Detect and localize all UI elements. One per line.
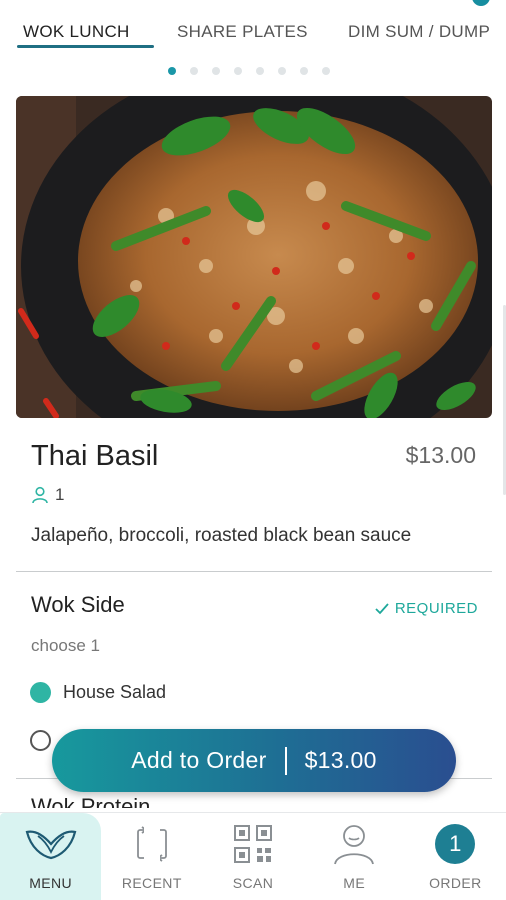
tab-share-plates[interactable]: SHARE PLATES <box>177 22 308 42</box>
qr-code-icon <box>226 821 280 867</box>
item-description: Jalapeño, broccoli, roasted black bean s… <box>31 525 412 546</box>
bottom-navigation: MENU RECENT SCAN ME 1 ORDER <box>0 812 506 900</box>
pager-dot[interactable] <box>322 67 330 75</box>
radio-unselected[interactable] <box>30 730 51 751</box>
option-label: House Salad <box>63 682 167 702</box>
item-name: Thai Basil <box>31 440 159 472</box>
pager-dot[interactable] <box>212 67 220 75</box>
recent-refresh-icon <box>125 821 179 867</box>
nav-recent[interactable]: RECENT <box>101 813 202 900</box>
top-status-badge <box>472 0 490 6</box>
nav-scan[interactable]: SCAN <box>202 813 303 900</box>
required-label: REQUIRED <box>394 600 478 617</box>
serves-count: 1 <box>31 485 64 505</box>
radio-selected[interactable] <box>30 682 51 703</box>
pager-dot[interactable] <box>278 67 286 75</box>
nav-menu[interactable]: MENU <box>0 813 102 900</box>
person-icon <box>32 486 48 504</box>
pager-dot[interactable] <box>190 67 198 75</box>
tab-dim-sum[interactable]: DIM SUM / DUMP <box>348 22 490 42</box>
nav-me-label: ME <box>343 875 366 891</box>
required-badge: REQUIRED <box>375 600 478 617</box>
carousel-pager <box>168 67 330 75</box>
pager-dot[interactable] <box>234 67 242 75</box>
category-tabs: WOK LUNCH SHARE PLATES DIM SUM / DUMP <box>0 0 506 58</box>
wok-protein-title: Wok Protein <box>31 794 151 808</box>
wok-side-title: Wok Side <box>31 592 125 617</box>
add-to-order-price: $13.00 <box>304 747 377 773</box>
pager-dot[interactable] <box>300 67 308 75</box>
option-house-salad[interactable]: House Salad <box>30 682 166 703</box>
nav-menu-label: MENU <box>29 875 73 891</box>
serves-value: 1 <box>55 485 65 504</box>
nav-recent-label: RECENT <box>121 875 182 891</box>
lotus-menu-icon <box>24 821 78 867</box>
pager-dot[interactable] <box>168 67 176 75</box>
nav-me[interactable]: ME <box>304 813 405 900</box>
profile-icon <box>327 821 381 867</box>
order-count-icon: 1 <box>428 821 482 867</box>
nav-order-label: ORDER <box>429 875 482 891</box>
item-price: $13.00 <box>405 442 476 468</box>
item-hero-image <box>16 96 492 418</box>
add-to-order-label: Add to Order <box>131 747 267 773</box>
active-tab-indicator <box>17 45 154 48</box>
pager-dot[interactable] <box>256 67 264 75</box>
wok-food-photo <box>16 96 492 418</box>
button-separator <box>284 746 287 775</box>
nav-scan-label: SCAN <box>232 875 274 891</box>
choose-hint: choose 1 <box>31 636 100 655</box>
check-icon <box>375 602 389 614</box>
order-count-badge: 1 <box>435 824 476 864</box>
section-divider <box>16 571 492 572</box>
nav-order[interactable]: 1 ORDER <box>405 813 506 900</box>
tab-wok-lunch[interactable]: WOK LUNCH <box>23 22 130 42</box>
add-to-order-button[interactable]: Add to Order $13.00 <box>52 729 456 792</box>
